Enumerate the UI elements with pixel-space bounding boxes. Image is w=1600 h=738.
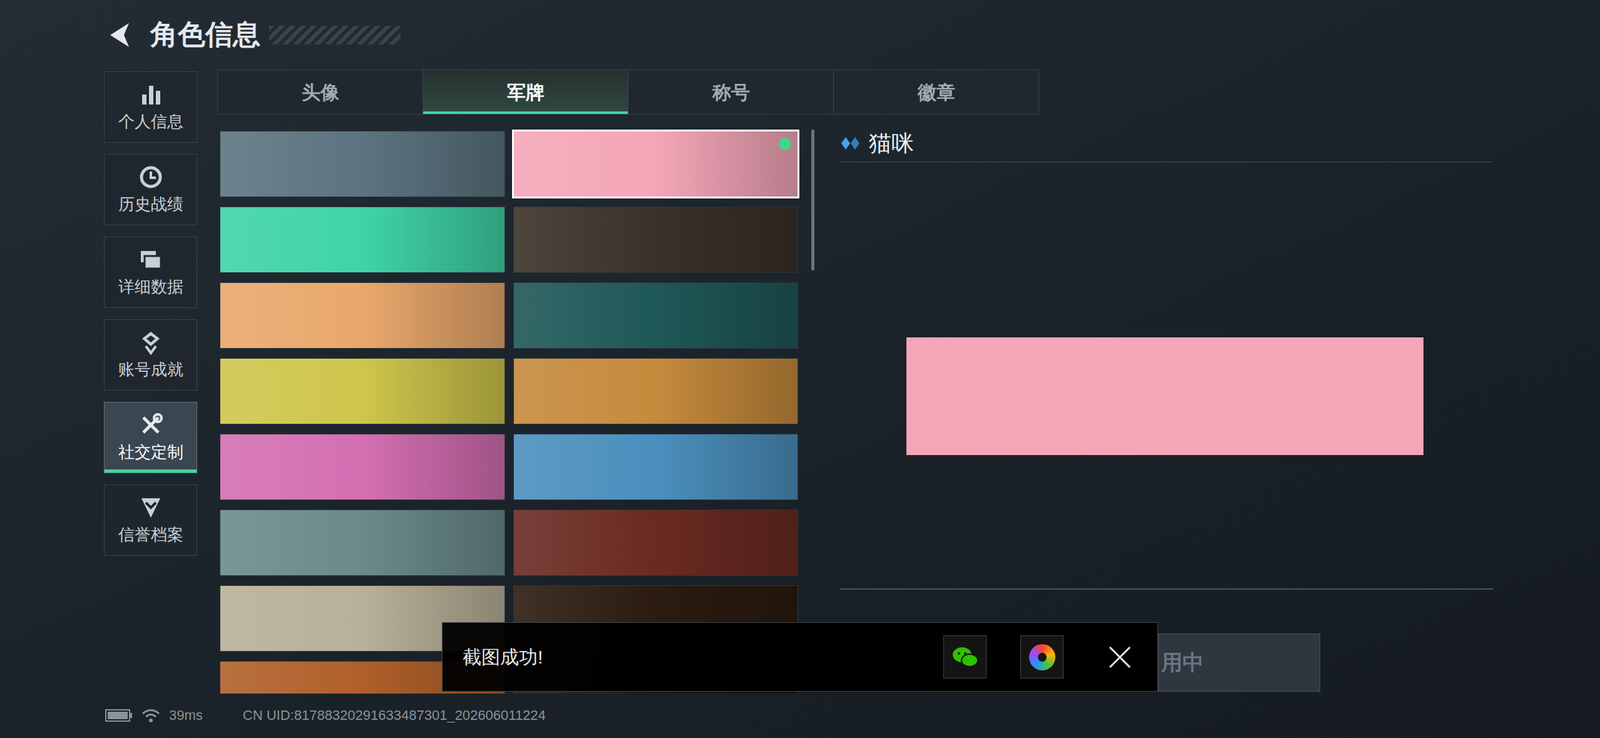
sidebar-label: 个人信息 [118,112,184,132]
detail-title: 猫咪 [868,129,914,157]
sidebar-item[interactable]: 历史战绩 [103,153,198,226]
sidebar-label: 详细数据 [118,277,184,297]
tools-icon [138,412,164,438]
dogtag-shade [513,207,799,273]
dogtag-card[interactable] [220,131,505,197]
dogtag-shade [513,282,799,349]
screenshot-toast: 截图成功! [441,622,1159,692]
use-button[interactable]: 用中 [1158,633,1321,692]
dogtag-card[interactable] [220,434,505,500]
dogtag-shade [220,282,505,349]
dogtag-card[interactable] [220,207,505,273]
dogtag-card[interactable] [513,358,799,424]
card-grid [218,129,800,694]
tab[interactable]: 头像 [217,70,423,114]
diamond-icon [840,135,863,151]
tab-label: 称号 [712,78,750,107]
ping: 39ms [169,706,203,725]
detail-panel: 猫咪 [840,129,1493,694]
status-bar: 39ms CN UID:81788320291633487301_2026060… [105,704,1493,727]
tab-bar: 头像 军牌 称号 徽章 [217,69,1040,115]
tab-label: 徽章 [917,78,956,107]
wechat-share[interactable] [943,635,987,679]
medal-icon [138,329,164,355]
sidebar-label: 历史战绩 [118,194,184,215]
title-decoration [269,25,401,45]
dogtag-shade [513,510,799,576]
dogtag-preview [906,337,1424,456]
dogtag-shade [220,131,505,197]
tab[interactable]: 军牌 [422,70,628,114]
dogtag-card[interactable] [513,434,799,500]
sidebar-item[interactable]: 社交定制 [103,401,198,474]
dogtag-shade [513,131,799,197]
dogtag-card[interactable] [513,207,799,273]
battery-icon [105,708,133,723]
uid: CN UID:81788320291633487301_202606011224 [242,706,546,725]
dogtag-card[interactable] [513,282,799,349]
detail-header: 猫咪 [840,129,1493,163]
scrollbar [811,129,815,694]
dogtag-card[interactable] [513,131,799,197]
sidebar-item[interactable]: 账号成就 [103,319,198,391]
sidebar-item[interactable]: 详细数据 [103,236,198,308]
dogtag-shade [513,434,799,500]
selected-bar [104,469,197,473]
dogtag-shade [220,207,505,273]
divider [840,588,1493,590]
dogtag-card[interactable] [220,510,505,576]
sidebar-item[interactable]: 信誉档案 [103,484,198,556]
use-button-label: 用中 [1158,649,1204,676]
tab[interactable]: 称号 [627,70,834,114]
back-arrow-icon[interactable] [106,20,133,50]
page-title: 角色信息 [150,18,261,52]
dogtag-card[interactable] [220,358,505,424]
wifi-icon [141,707,161,724]
shield-icon [138,495,164,521]
bar-chart-icon [138,82,164,108]
tab[interactable]: 徽章 [833,70,1039,114]
close-icon[interactable] [1107,644,1133,670]
sidebar: 个人信息 历史战绩 详细数据 账号成就 社交定制 [103,71,198,727]
sidebar-label: 社交定制 [118,442,184,462]
dogtag-shade [220,434,505,500]
sidebar-label: 信誉档案 [118,525,184,545]
equipped-dot [778,137,792,151]
selected-bar [423,111,628,114]
tab-label: 军牌 [507,78,545,107]
sidebar-label: 账号成就 [118,359,184,380]
album-share[interactable] [1020,635,1064,679]
folder-icon [138,247,164,273]
dogtag-card[interactable] [513,510,799,576]
tab-label: 头像 [301,78,340,107]
dogtag-card[interactable] [220,282,505,349]
aperture-icon [1029,644,1056,671]
dogtag-shade [220,358,505,424]
sidebar-item[interactable]: 个人信息 [103,71,198,143]
dogtag-shade [513,358,799,424]
header: 角色信息 [103,0,1600,70]
toast-message: 截图成功! [462,646,944,669]
clock-icon [138,164,164,190]
dogtag-shade [220,510,505,576]
wechat-icon [951,644,980,670]
scrollbar-thumb[interactable] [811,129,815,271]
